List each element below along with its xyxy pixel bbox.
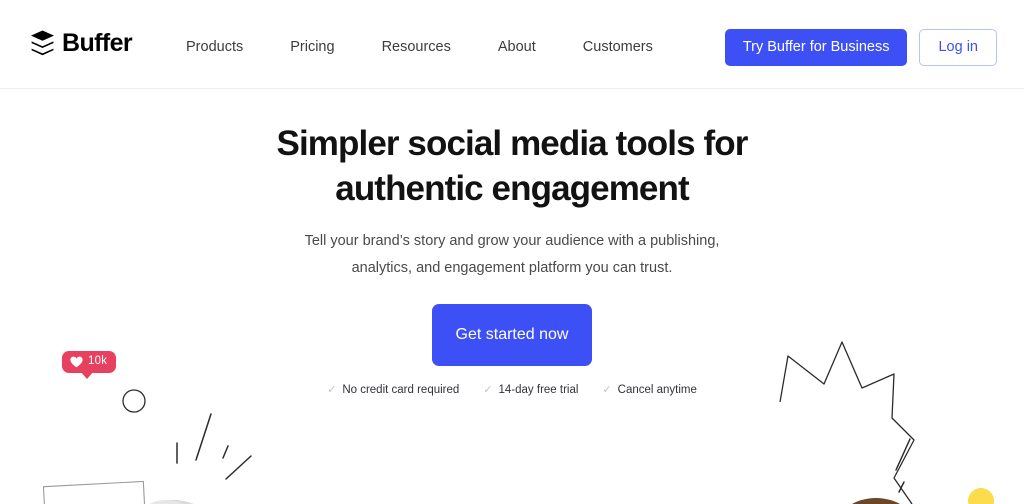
try-buffer-for-business-button[interactable]: Try Buffer for Business [724,29,908,66]
excitement-lines-icon [176,413,252,480]
check-icon: ✓ [327,384,337,397]
header-actions: Try Buffer for Business Log in [724,29,997,66]
excitement-lines-icon [895,438,911,493]
trust-item-cancel-anytime: ✓ Cancel anytime [602,384,697,397]
nav-item-about[interactable]: About [498,38,560,57]
buffer-landing-page: Buffer Products Pricing Resources About … [0,0,1024,504]
site-header: Buffer Products Pricing Resources About … [0,0,1024,88]
main-navigation: Products Pricing Resources About Custome… [186,38,653,57]
trust-label: 14-day free trial [498,384,579,396]
cta-container: Get started now [0,304,1024,366]
trust-label: No credit card required [342,384,460,396]
check-icon: ✓ [483,384,493,397]
trust-item-free-trial: ✓ 14-day free trial [483,384,579,397]
smiling-man-photo [852,498,900,504]
starburst-outline-icon [779,341,915,504]
buffer-logo-text: Buffer [62,29,133,57]
hero-section: 10k Simpler social media tools for authe… [0,88,1024,504]
yellow-dot-decor [968,488,994,504]
laughing-woman-photo [149,500,194,504]
log-in-button[interactable]: Log in [919,29,997,66]
buffer-layers-icon [31,30,54,56]
nav-item-pricing[interactable]: Pricing [290,38,358,57]
check-icon: ✓ [602,384,612,397]
page-title: Simpler social media tools for authentic… [0,121,1024,211]
get-started-now-button[interactable]: Get started now [432,304,592,366]
sneaker-photo-card [42,480,150,504]
trust-label: Cancel anytime [617,384,697,396]
hero-subtitle-line-2: analytics, and engagement platform you c… [351,260,673,276]
hero-subtitle-line-1: Tell your brand’s story and grow your au… [304,233,720,249]
nav-item-customers[interactable]: Customers [583,38,653,57]
hero-title-line-1: Simpler social media tools for [276,124,749,163]
buffer-logo[interactable]: Buffer [30,29,133,57]
trust-item-no-credit-card: ✓ No credit card required [327,384,460,397]
trust-badges: ✓ No credit card required ✓ 14-day free … [0,384,1024,397]
hero-title-line-2: authentic engagement [335,169,689,208]
badge-pointer [80,371,94,379]
nav-item-products[interactable]: Products [186,38,267,57]
header-divider [0,88,1024,89]
hero-subtitle: Tell your brand’s story and grow your au… [0,228,1024,282]
nav-item-resources[interactable]: Resources [382,38,475,57]
